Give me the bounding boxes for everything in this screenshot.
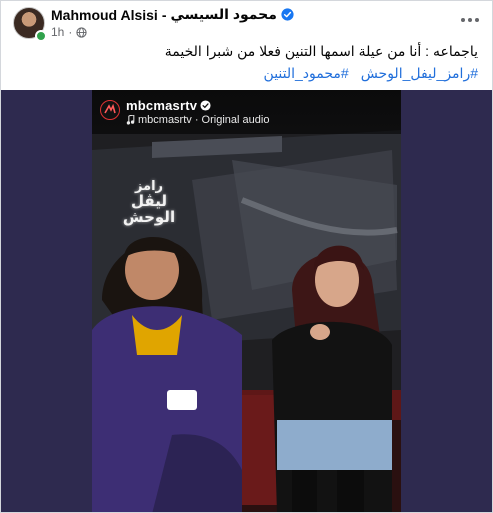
more-options-icon[interactable]	[459, 11, 481, 29]
hashtag-link[interactable]: #رامز_ليفل_الوحش	[361, 65, 478, 82]
video-frame[interactable]: رامز ليڤل الوحش mbcmasrtv mbcmasrtv · Or…	[92, 90, 401, 512]
show-logo: رامز ليڤل الوحش	[114, 178, 184, 226]
music-note-icon	[126, 115, 135, 125]
globe-icon	[76, 26, 87, 38]
audio-label: mbcmasrtv · Original audio	[138, 114, 270, 126]
post-time[interactable]: 1h	[51, 25, 64, 39]
author-name[interactable]: Mahmoud Alsisi	[51, 7, 158, 23]
author-row: Mahmoud Alsisi - محمود السيسي	[51, 6, 294, 23]
channel-handle[interactable]: mbcmasrtv	[126, 98, 197, 113]
show-logo-line2: ليڤل الوحش	[122, 193, 176, 226]
channel-logo-icon[interactable]	[100, 100, 120, 120]
channel-handle-row: mbcmasrtv	[126, 98, 211, 113]
verified-badge-icon	[281, 8, 294, 21]
post-caption: ياجماعه : أنا من عيلة اسمها التنين فعلا …	[164, 43, 478, 59]
video-still-image	[92, 90, 401, 512]
post-header: Mahmoud Alsisi - محمود السيسي 1h ·	[13, 3, 483, 43]
hashtag-row: #محمود_التنين #رامز_ليفل_الوحش	[264, 65, 478, 82]
meta-dot: ·	[68, 25, 73, 39]
hashtag-link[interactable]: #محمود_التنين	[264, 65, 349, 82]
verified-badge-icon	[200, 100, 211, 111]
post-meta: 1h ·	[51, 25, 87, 39]
show-logo-line1: رامز	[134, 178, 164, 193]
video-player[interactable]: رامز ليڤل الوحش mbcmasrtv mbcmasrtv · Or…	[1, 90, 492, 512]
author-name-arabic[interactable]: محمود السيسي	[171, 6, 277, 23]
reel-header: mbcmasrtv mbcmasrtv · Original audio	[92, 90, 401, 134]
audio-row[interactable]: mbcmasrtv · Original audio	[126, 114, 269, 126]
author-separator: -	[161, 6, 167, 23]
post-card: Mahmoud Alsisi - محمود السيسي 1h · ياجما…	[0, 0, 493, 513]
